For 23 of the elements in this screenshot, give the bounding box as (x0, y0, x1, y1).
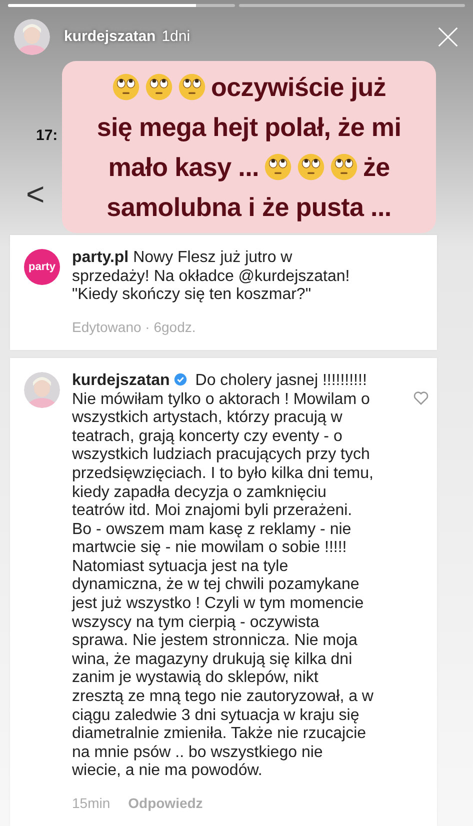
sticker-text: oczywiście już (211, 71, 386, 104)
rolling-eyes-emoji-icon (330, 153, 358, 181)
rolling-eyes-emoji-icon (145, 73, 173, 101)
rolling-eyes-emoji-icon (264, 153, 292, 181)
story-time: 1dni (162, 26, 190, 47)
comment-text: kurdejszatan Do cholery jasnej !!!!!!!!!! Nie mówiłam tylko o aktorach ! Mowilam o wszystkich artystach, którzy pracują w teatrach, grają koncerty czy eventy - o wszystkich ludziach pracujących przy tych przedsięwzięciach. I to było kilka dni temu, kiedy zapadła decyzja o zamknięciu teatrów itd. Moi znajomi byli przerażeni. Bo - owszem mam kasę z reklamy - nie martwcie się - nie mowilam o sobie !!!!! Natomiast sytuacja jest na tyle dynamiczna, że w tej chwili pozamykane jest już wszystko ! Czyli w tym momencie wszyscy na tym cierpią - oczywista sprawa. Nie jestem stronnicza. Nie moja wina, że magazyny drukują się kilka dni zanim je wystawią do sklepów, nikt zresztą ze mną tego nie zautoryzował, a w ciągu zaledwie 3 dni sytuacja w kraju się diametralnie zmieniła. Także nie rzucajcie na mnie psów .. bo wszystkiego nie wiecie, a nie ma powodów. (72, 372, 374, 781)
rolling-eyes-emoji-icon (112, 73, 140, 101)
rolling-eyes-emoji-icon (296, 153, 325, 181)
sticker-text: się mega hejt polał, że mi (96, 111, 402, 144)
comment-meta: 15min (72, 794, 110, 813)
heart-icon[interactable] (413, 390, 429, 406)
comment-meta[interactable]: Odpowiedz (128, 793, 203, 814)
back-chevron[interactable]: < (26, 178, 45, 210)
close-icon[interactable] (437, 26, 459, 48)
comment-text: party.pl Nowy Flesz już jutro w sprzedaży! Na okładce @kurdejszatan! "Kiedy skończy się ten koszmar?" (72, 249, 351, 305)
party-logo: party (24, 249, 60, 286)
sticker-text: że (362, 151, 390, 184)
time-text: 17: (36, 126, 58, 146)
comment-meta: Edytowano · 6godz. (72, 318, 196, 337)
sticker-text: samolubna i że pusta ... (106, 191, 392, 224)
rolling-eyes-emoji-icon (178, 73, 206, 101)
sticker-text: mało kasy ... (108, 151, 259, 184)
story-username[interactable]: kurdejszatan (64, 26, 156, 48)
